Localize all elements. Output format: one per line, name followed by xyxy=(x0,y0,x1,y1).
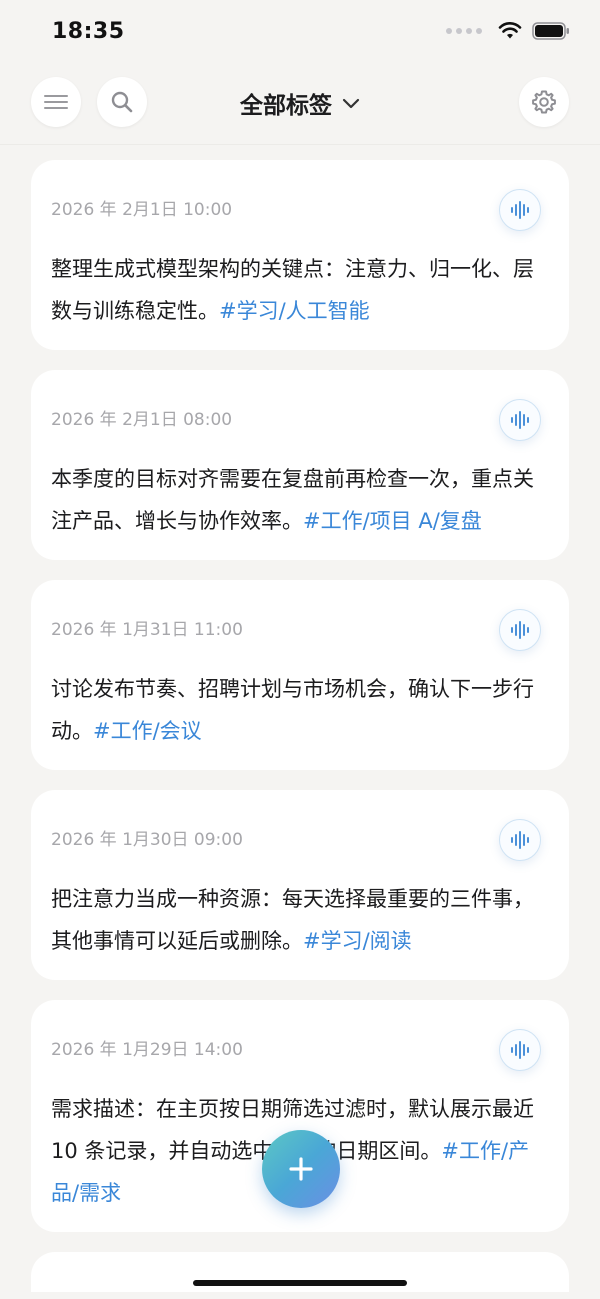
note-date: 2026 年 1月29日 14:00 xyxy=(51,1040,243,1060)
note-card[interactable]: 2026 年 1月30日 09:00 把注意力当成一种资源：每天选择最重要的三件… xyxy=(31,790,569,980)
add-note-button[interactable] xyxy=(262,1130,340,1208)
page-title: 全部标签 xyxy=(240,93,332,119)
note-card[interactable]: 2026 年 2月1日 10:00 整理生成式模型架构的关键点：注意力、归一化、… xyxy=(31,160,569,350)
voice-button[interactable] xyxy=(499,1029,541,1071)
status-bar: 18:35 xyxy=(0,0,600,66)
note-tag[interactable]: #学习/阅读 xyxy=(303,929,412,953)
note-text: 把注意力当成一种资源：每天选择最重要的三件事，其他事情可以延后或删除。#学习/阅… xyxy=(51,878,549,962)
home-indicator[interactable] xyxy=(193,1280,407,1286)
note-date: 2026 年 1月31日 11:00 xyxy=(51,620,243,640)
note-text: 讨论发布节奏、招聘计划与市场机会，确认下一步行动。#工作/会议 xyxy=(51,668,549,752)
settings-button[interactable] xyxy=(519,77,569,127)
status-time: 18:35 xyxy=(52,19,125,44)
note-tag[interactable]: #工作/会议 xyxy=(93,719,202,743)
top-navigation: 全部标签 xyxy=(0,66,600,145)
signal-dots-icon xyxy=(446,28,482,34)
note-card[interactable]: 2026 年 1月31日 11:00 讨论发布节奏、招聘计划与市场机会，确认下一… xyxy=(31,580,569,770)
voice-button[interactable] xyxy=(499,399,541,441)
note-date: 2026 年 1月30日 09:00 xyxy=(51,830,243,850)
voice-button[interactable] xyxy=(499,609,541,651)
voice-button[interactable] xyxy=(499,189,541,231)
tag-filter-dropdown[interactable]: 全部标签 xyxy=(0,86,600,120)
chevron-down-icon xyxy=(342,98,360,109)
waveform-icon xyxy=(511,831,529,849)
voice-button[interactable] xyxy=(499,819,541,861)
note-text: 整理生成式模型架构的关键点：注意力、归一化、层数与训练稳定性。#学习/人工智能 xyxy=(51,248,549,332)
note-body: 把注意力当成一种资源：每天选择最重要的三件事，其他事情可以延后或删除。 xyxy=(51,887,534,953)
waveform-icon xyxy=(511,1041,529,1059)
waveform-icon xyxy=(511,621,529,639)
note-tag[interactable]: #工作/项目 A/复盘 xyxy=(303,509,482,533)
note-card-partial[interactable] xyxy=(31,1252,569,1292)
note-date: 2026 年 2月1日 10:00 xyxy=(51,200,233,220)
wifi-icon xyxy=(498,22,522,39)
waveform-icon xyxy=(511,201,529,219)
note-card[interactable]: 2026 年 2月1日 08:00 本季度的目标对齐需要在复盘前再检查一次，重点… xyxy=(31,370,569,560)
note-tag[interactable]: #学习/人工智能 xyxy=(219,299,370,323)
waveform-icon xyxy=(511,411,529,429)
plus-icon xyxy=(289,1157,313,1181)
notes-feed: 2026 年 2月1日 10:00 整理生成式模型架构的关键点：注意力、归一化、… xyxy=(31,160,569,1292)
battery-icon xyxy=(532,22,569,40)
gear-icon xyxy=(532,90,556,114)
note-text: 本季度的目标对齐需要在复盘前再检查一次，重点关注产品、增长与协作效率。#工作/项… xyxy=(51,458,549,542)
status-indicators xyxy=(446,22,570,40)
note-date: 2026 年 2月1日 08:00 xyxy=(51,410,233,430)
